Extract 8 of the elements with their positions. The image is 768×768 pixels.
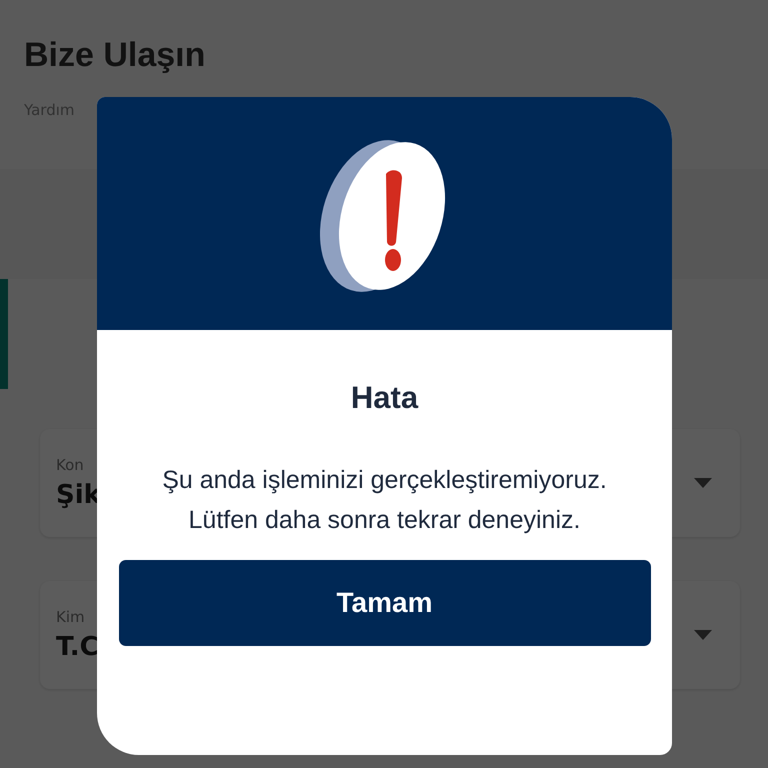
dropdown-caret-icon: [694, 478, 712, 488]
dialog-message: Şu anda işleminizi gerçekleştiremiyoruz. Lütfen daha sonra tekrar deneyiniz.: [161, 465, 608, 536]
dropdown-caret-icon: [694, 630, 712, 640]
page-title: Bize Ulaşın: [24, 36, 206, 75]
field-value: Şik: [56, 480, 101, 510]
dialog-title: Hata: [350, 380, 418, 416]
ok-button[interactable]: Tamam: [118, 560, 650, 646]
field-value: T.C: [56, 632, 99, 662]
